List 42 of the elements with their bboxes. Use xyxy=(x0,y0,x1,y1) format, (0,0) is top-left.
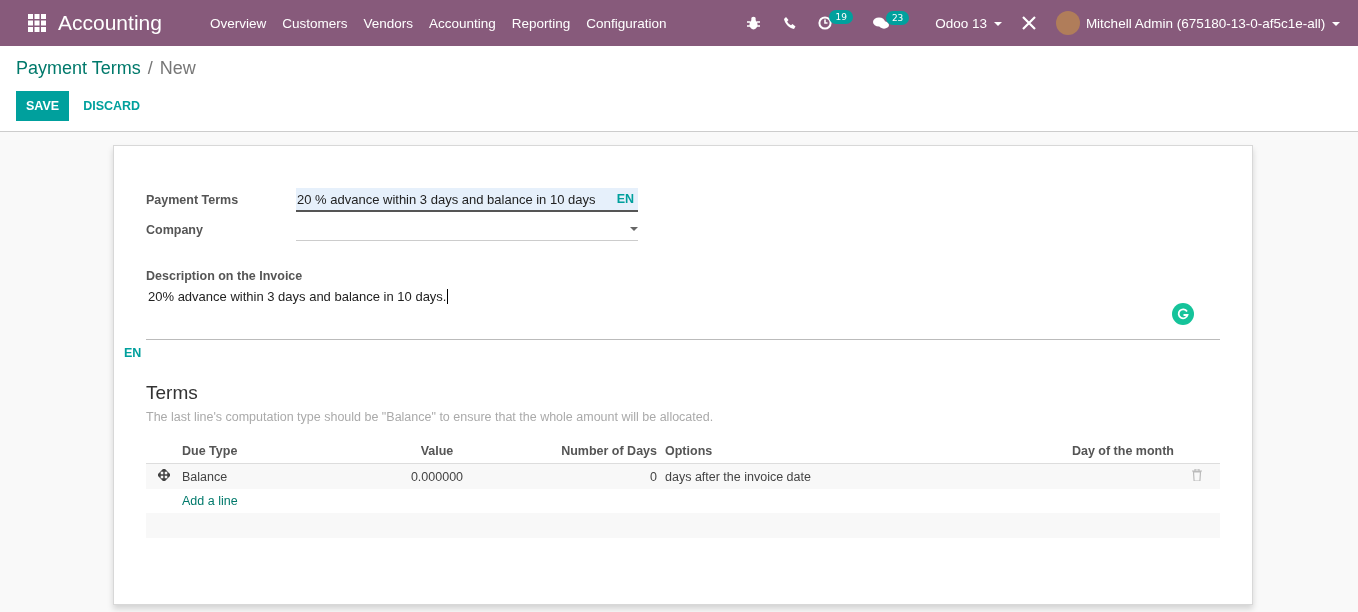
column-header[interactable]: Number of Days xyxy=(502,440,665,464)
menu-item[interactable]: Accounting xyxy=(421,15,504,31)
column-header[interactable]: Options xyxy=(665,440,965,464)
hint-text: The last line's computation type should be "Balance" to ensure that the whole amount will be allocated. xyxy=(146,410,715,424)
bug-icon[interactable] xyxy=(747,16,761,30)
menu-item[interactable]: Reporting xyxy=(503,15,579,31)
column-header[interactable]: Due Type xyxy=(182,440,372,464)
column-header[interactable]: Value xyxy=(372,440,502,464)
menu-item[interactable]: Vendors xyxy=(355,15,421,31)
table-cell: 0.000000 xyxy=(410,469,464,484)
description-field[interactable]: 20% advance within 3 days and balance in 10 days. xyxy=(146,289,1220,340)
add-line-link[interactable]: Add a line xyxy=(182,494,238,508)
menu-item[interactable]: Overview xyxy=(201,15,275,31)
app-name: Accounting xyxy=(58,11,162,35)
user-menu[interactable]: Mitchell Admin (675180-13-0-af5c1e-all) xyxy=(1079,15,1348,31)
section-title: Terms xyxy=(146,382,199,404)
language-button[interactable]: EN xyxy=(124,346,146,360)
table-cell: 0 xyxy=(650,469,657,484)
chat-icon[interactable] xyxy=(872,16,889,30)
menu-item[interactable]: Customers xyxy=(274,15,356,31)
field-label: Payment Terms xyxy=(146,193,240,207)
breadcrumb-separator: / xyxy=(147,58,153,79)
table-cell: Balance xyxy=(182,469,228,484)
discard-button[interactable]: DISCARD xyxy=(73,91,151,121)
column-header[interactable]: Day of the month xyxy=(964,440,1174,464)
menu-item[interactable]: Configuration xyxy=(578,15,675,31)
text-field[interactable]: 20 % advance within 3 days and balance in 10 days EN xyxy=(296,188,638,212)
breadcrumb-link[interactable]: Payment Terms xyxy=(16,58,141,79)
message-count-badge: 23 xyxy=(885,10,910,25)
field-label: Company xyxy=(146,222,204,237)
field-label: Description on the Invoice xyxy=(146,269,304,283)
database-dropdown[interactable]: Odoo 13 xyxy=(927,15,1010,31)
activity-count-badge: 19 xyxy=(829,10,853,24)
avatar xyxy=(1055,11,1080,35)
apps-grid-icon[interactable] xyxy=(28,14,46,32)
drag-handle-icon[interactable] xyxy=(158,469,170,481)
language-button[interactable]: EN xyxy=(616,192,638,206)
clock-icon[interactable] xyxy=(818,16,833,30)
table-cell: days after the invoice date xyxy=(665,469,811,484)
save-button[interactable]: SAVE xyxy=(16,91,70,121)
breadcrumb-current: New xyxy=(159,58,196,79)
phone-icon[interactable] xyxy=(784,17,797,29)
